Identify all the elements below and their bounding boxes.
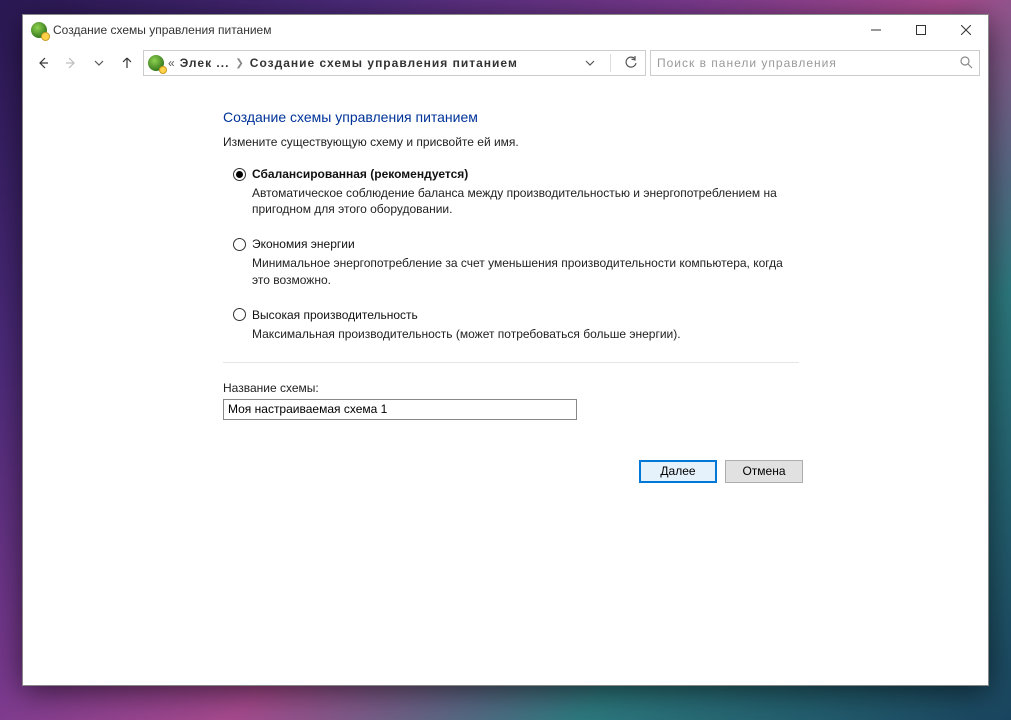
window: Создание схемы управления питанием [22,14,989,686]
toolbar: « Элек ... ❯ Создание схемы управления п… [23,45,988,81]
power-plan-option: Сбалансированная (рекомендуется) Автомати… [233,167,793,217]
power-plan-option: Экономия энергии Минимальное энергопотреб… [233,237,793,287]
up-button[interactable] [115,51,139,75]
maximize-button[interactable] [898,15,943,45]
refresh-button[interactable] [621,53,641,73]
search-icon[interactable] [959,55,973,72]
breadcrumb-root[interactable]: Элек ... [180,56,230,70]
page-heading: Создание схемы управления питанием [223,109,988,125]
plan-title[interactable]: Сбалансированная (рекомендуется) [252,167,468,181]
address-bar[interactable]: « Элек ... ❯ Создание схемы управления п… [143,50,646,76]
radio-button[interactable] [233,238,246,251]
radio-button[interactable] [233,308,246,321]
titlebar: Создание схемы управления питанием [23,15,988,45]
next-button[interactable]: Далее [639,460,717,483]
breadcrumb-prefix: « [168,56,176,70]
recent-locations-button[interactable] [87,51,111,75]
back-button[interactable] [31,51,55,75]
window-title: Создание схемы управления питанием [53,23,853,37]
button-row: Далее Отмена [223,460,803,483]
address-history-button[interactable] [580,53,600,73]
forward-button[interactable] [59,51,83,75]
window-controls [853,15,988,45]
plan-name-label: Название схемы: [223,381,988,395]
chevron-right-icon[interactable]: ❯ [233,58,245,69]
plan-description: Автоматическое соблюдение баланса между … [252,185,793,217]
divider [610,54,611,72]
radio-button[interactable] [233,168,246,181]
search-input[interactable] [657,56,959,70]
cancel-button[interactable]: Отмена [725,460,803,483]
plan-description: Минимальное энергопотребление за счет ум… [252,255,793,287]
content-area: Создание схемы управления питанием Измен… [23,81,988,685]
breadcrumb-current[interactable]: Создание схемы управления питанием [250,56,518,70]
plan-title[interactable]: Экономия энергии [252,237,355,251]
close-button[interactable] [943,15,988,45]
power-options-icon [31,22,47,38]
plan-description: Максимальная производительность (может п… [252,326,793,342]
page-subtitle: Измените существующую схему и присвойте … [223,135,988,149]
power-plan-option: Высокая производительность Максимальная п… [233,308,793,342]
minimize-button[interactable] [853,15,898,45]
plan-name-input[interactable] [223,399,577,420]
plan-title[interactable]: Высокая производительность [252,308,418,322]
power-options-icon [148,55,164,71]
search-box[interactable] [650,50,980,76]
divider [223,362,799,363]
